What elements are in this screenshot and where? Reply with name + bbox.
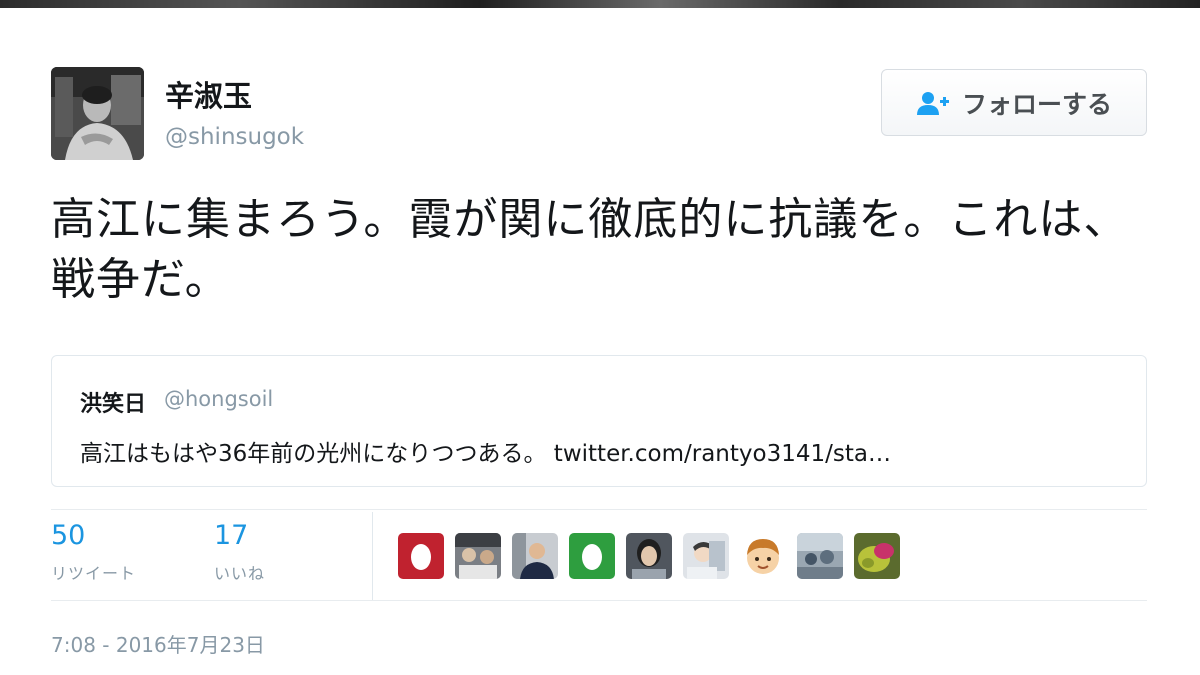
cartoon-face-icon (740, 533, 786, 579)
stats-vertical-divider (372, 512, 373, 600)
tweet-timestamp[interactable]: 7:08 - 2016年7月23日 (51, 629, 265, 658)
follow-button[interactable]: フォローする (881, 69, 1147, 136)
quoted-tweet[interactable]: 洪笑日 @hongsoil 高江はもはや36年前の光州になりつつある。 twit… (51, 355, 1147, 487)
retweet-count: 50 (51, 520, 86, 551)
retweet-stat[interactable]: 50 リツイート (51, 520, 136, 584)
author-avatar[interactable] (51, 67, 144, 160)
quoted-display-name: 洪笑日 (80, 392, 147, 417)
like-count: 17 (214, 520, 249, 551)
stats-divider-bottom (51, 600, 1147, 601)
add-user-icon (916, 91, 949, 115)
tweet-text: 高江に集まろう。霞が関に徹底的に抗議を。これは、戦争だ。 (51, 194, 1129, 305)
liker-avatar[interactable] (512, 533, 558, 579)
author-screen-name[interactable]: @shinsugok (165, 123, 304, 151)
retweet-label: リツイート (51, 564, 137, 583)
quoted-screen-name: @hongsoil (164, 387, 274, 411)
liker-avatar[interactable] (626, 533, 672, 579)
user-photo-icon (51, 67, 144, 160)
quoted-tweet-text: 高江はもはや36年前の光州になりつつある。 twitter.com/rantyo… (80, 441, 891, 467)
like-stat[interactable]: 17 いいね (214, 520, 265, 584)
user-photo-icon (626, 533, 672, 579)
liker-avatar[interactable] (683, 533, 729, 579)
top-image-strip (0, 0, 1200, 8)
liker-avatar[interactable] (455, 533, 501, 579)
tweet-page: 辛淑玉 @shinsugok フォローする 高江に集まろう。霞が関に徹底的に抗議… (0, 0, 1200, 675)
liker-avatar[interactable] (398, 533, 444, 579)
user-photo-icon (683, 533, 729, 579)
default-egg-avatar-icon (569, 533, 615, 579)
user-photo-icon (455, 533, 501, 579)
liker-avatar[interactable] (740, 533, 786, 579)
author-display-name[interactable]: 辛淑玉 (165, 79, 252, 113)
follow-button-label: フォローする (961, 89, 1112, 119)
stats-divider-top (51, 509, 1147, 510)
liker-avatar[interactable] (854, 533, 900, 579)
like-label: いいね (214, 564, 266, 583)
default-egg-avatar-icon (398, 533, 444, 579)
user-photo-icon (854, 533, 900, 579)
user-photo-icon (512, 533, 558, 579)
user-photo-icon (797, 533, 843, 579)
liker-avatar[interactable] (569, 533, 615, 579)
liker-avatar[interactable] (797, 533, 843, 579)
